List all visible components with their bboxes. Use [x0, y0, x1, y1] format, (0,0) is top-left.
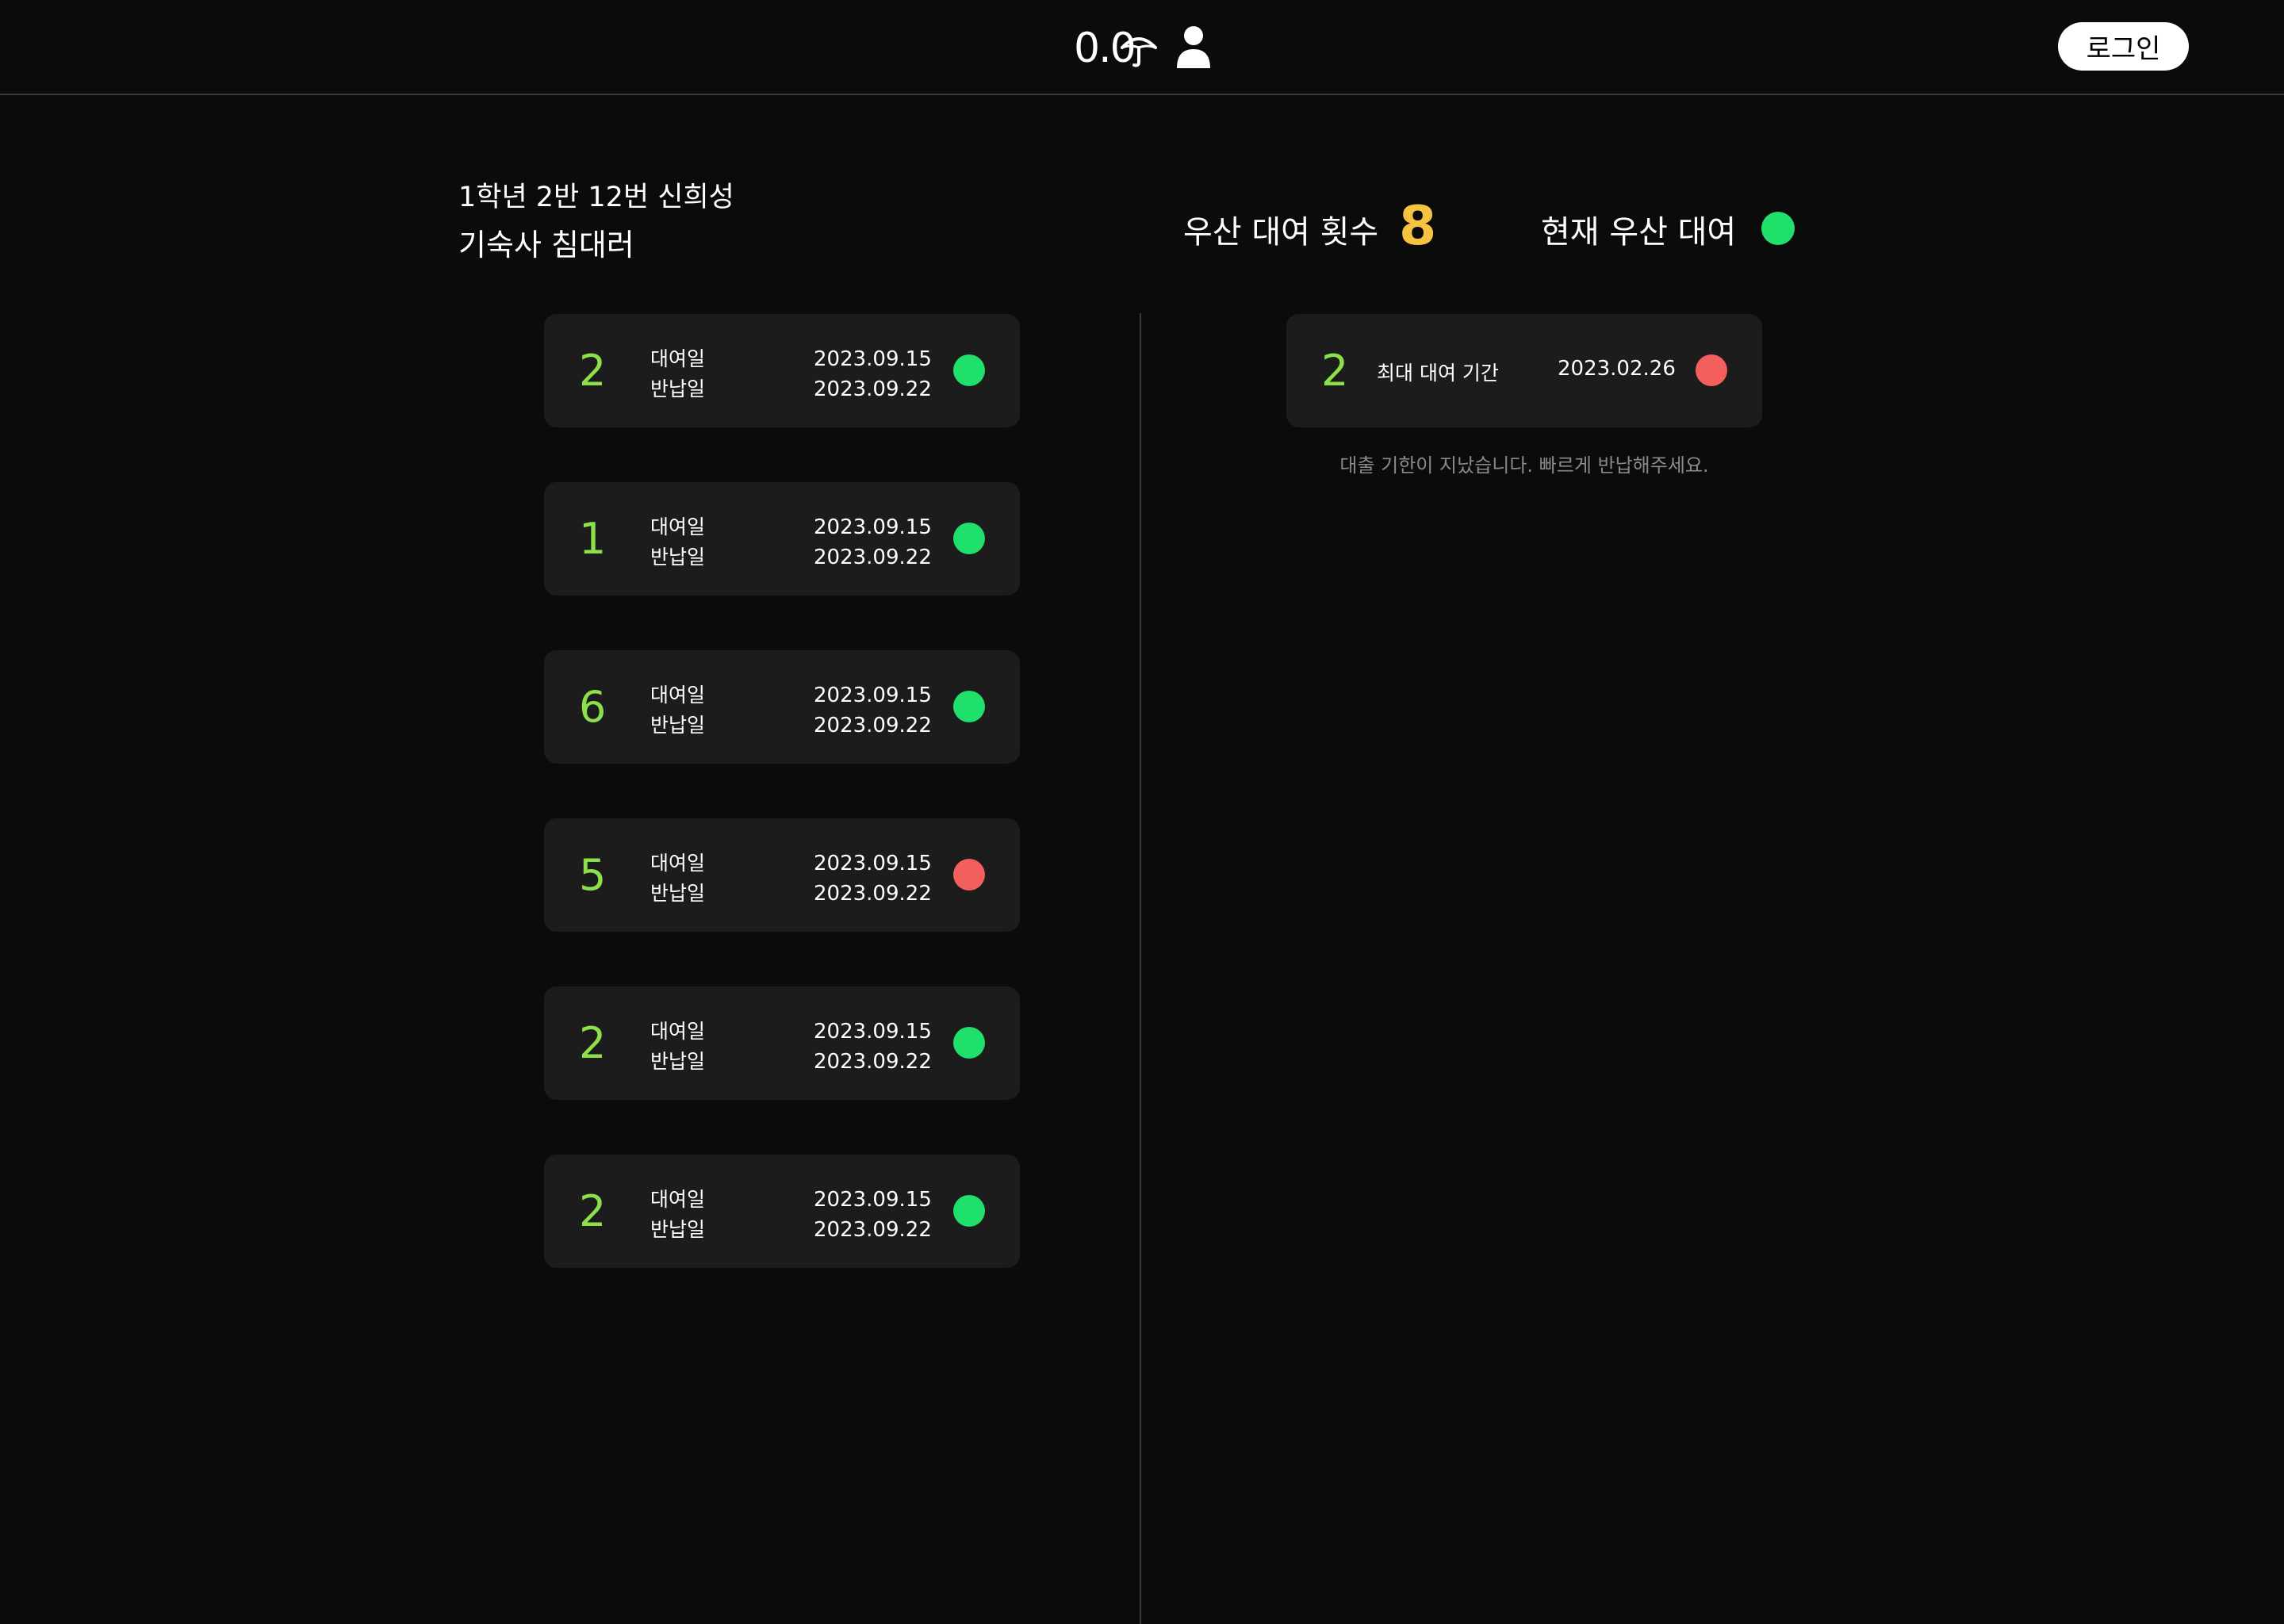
- student-dorm: 기숙사 침대러: [458, 228, 634, 262]
- date-labels: 대여일 반납일: [650, 344, 705, 404]
- rent-date-value: 2023.09.15: [814, 852, 932, 875]
- rental-history-card[interactable]: 2 대여일 반납일 2023.09.15 2023.09.22: [544, 1155, 1020, 1268]
- date-labels: 대여일 반납일: [650, 512, 705, 573]
- rent-count-value: 8: [1399, 195, 1437, 258]
- rent-date-value: 2023.09.15: [814, 515, 932, 539]
- date-values: 2023.09.15 2023.09.22: [814, 512, 932, 573]
- status-indicator: [953, 1195, 985, 1227]
- umbrella-number: 6: [579, 682, 607, 732]
- date-values: 2023.09.15 2023.09.22: [814, 344, 932, 404]
- rent-date-label: 대여일: [650, 852, 706, 875]
- return-date-value: 2023.09.22: [814, 882, 932, 906]
- status-indicator: [953, 691, 985, 722]
- return-date-label: 반납일: [650, 546, 706, 569]
- umbrella-number: 1: [579, 514, 607, 564]
- top-bar: 0.0 로그인: [0, 0, 2284, 95]
- return-date-label: 반납일: [650, 1050, 706, 1073]
- return-date-value: 2023.09.22: [814, 546, 932, 569]
- return-date-label: 반납일: [650, 882, 706, 905]
- rental-history-card[interactable]: 1 대여일 반납일 2023.09.15 2023.09.22: [544, 482, 1020, 596]
- rent-date-value: 2023.09.15: [814, 347, 932, 371]
- umbrella-number: 2: [579, 346, 607, 396]
- login-button[interactable]: 로그인: [2058, 22, 2189, 71]
- rental-history-card[interactable]: 2 대여일 반납일 2023.09.15 2023.09.22: [544, 314, 1020, 427]
- current-rental-card[interactable]: 2 최대 대여 기간 2023.02.26: [1286, 314, 1762, 427]
- date-labels: 대여일 반납일: [650, 680, 705, 741]
- status-indicator: [953, 354, 985, 386]
- rent-date-value: 2023.09.15: [814, 1188, 932, 1212]
- rent-count-label: 우산 대여 횟수: [1183, 214, 1379, 251]
- return-date-value: 2023.09.22: [814, 377, 932, 401]
- status-indicator: [1696, 354, 1727, 386]
- page: 0.0 로그인 1학년 2반 12번 신희성 기숙사 침대러 우산 대여 횟수 …: [0, 0, 2284, 1624]
- date-values: 2023.09.15 2023.09.22: [814, 1017, 932, 1077]
- current-rent-status-indicator: [1761, 212, 1795, 245]
- return-date-value: 2023.09.22: [814, 1218, 932, 1242]
- rent-date-label: 대여일: [650, 515, 706, 538]
- rental-history-card[interactable]: 5 대여일 반납일 2023.09.15 2023.09.22: [544, 818, 1020, 932]
- date-labels: 대여일 반납일: [650, 1185, 705, 1245]
- umbrella-number: 2: [1321, 346, 1349, 396]
- date-values: 2023.09.15 2023.09.22: [814, 1185, 932, 1245]
- rent-date-value: 2023.09.15: [814, 1020, 932, 1044]
- due-date-value: 2023.02.26: [1558, 357, 1676, 381]
- app-logo[interactable]: 0.0: [1074, 21, 1159, 76]
- return-date-label: 반납일: [650, 714, 706, 737]
- student-info: 1학년 2반 12번 신희성: [458, 182, 734, 213]
- overdue-notice: 대출 기한이 지났습니다. 빠르게 반납해주세요.: [1339, 454, 1709, 477]
- return-date-label: 반납일: [650, 1218, 706, 1241]
- return-date-value: 2023.09.22: [814, 1050, 932, 1074]
- umbrella-number: 2: [579, 1018, 607, 1068]
- rent-date-label: 대여일: [650, 1020, 706, 1043]
- rent-date-label: 대여일: [650, 347, 706, 370]
- status-indicator: [953, 859, 985, 891]
- return-date-value: 2023.09.22: [814, 714, 932, 737]
- rent-date-label: 대여일: [650, 684, 706, 707]
- current-rent-label: 현재 우산 대여: [1541, 214, 1737, 251]
- return-date-label: 반납일: [650, 377, 706, 400]
- date-values: 2023.09.15 2023.09.22: [814, 848, 932, 909]
- status-indicator: [953, 523, 985, 554]
- rental-history-card[interactable]: 2 대여일 반납일 2023.09.15 2023.09.22: [544, 986, 1020, 1100]
- umbrella-number: 5: [579, 850, 607, 900]
- date-labels: 대여일 반납일: [650, 848, 705, 909]
- umbrella-number: 2: [579, 1186, 607, 1236]
- rent-date-label: 대여일: [650, 1188, 706, 1211]
- profile-icon[interactable]: [1175, 25, 1212, 70]
- rent-date-value: 2023.09.15: [814, 684, 932, 707]
- date-values: 2023.09.15 2023.09.22: [814, 680, 932, 741]
- rental-history-list: 2 대여일 반납일 2023.09.15 2023.09.22 1 대여일 반납…: [544, 314, 1020, 1323]
- rental-history-card[interactable]: 6 대여일 반납일 2023.09.15 2023.09.22: [544, 650, 1020, 764]
- umbrella-icon: [1120, 37, 1157, 67]
- max-rental-period-label: 최대 대여 기간: [1377, 362, 1499, 385]
- status-indicator: [953, 1027, 985, 1059]
- date-labels: 대여일 반납일: [650, 1017, 705, 1077]
- column-divider: [1140, 313, 1141, 1624]
